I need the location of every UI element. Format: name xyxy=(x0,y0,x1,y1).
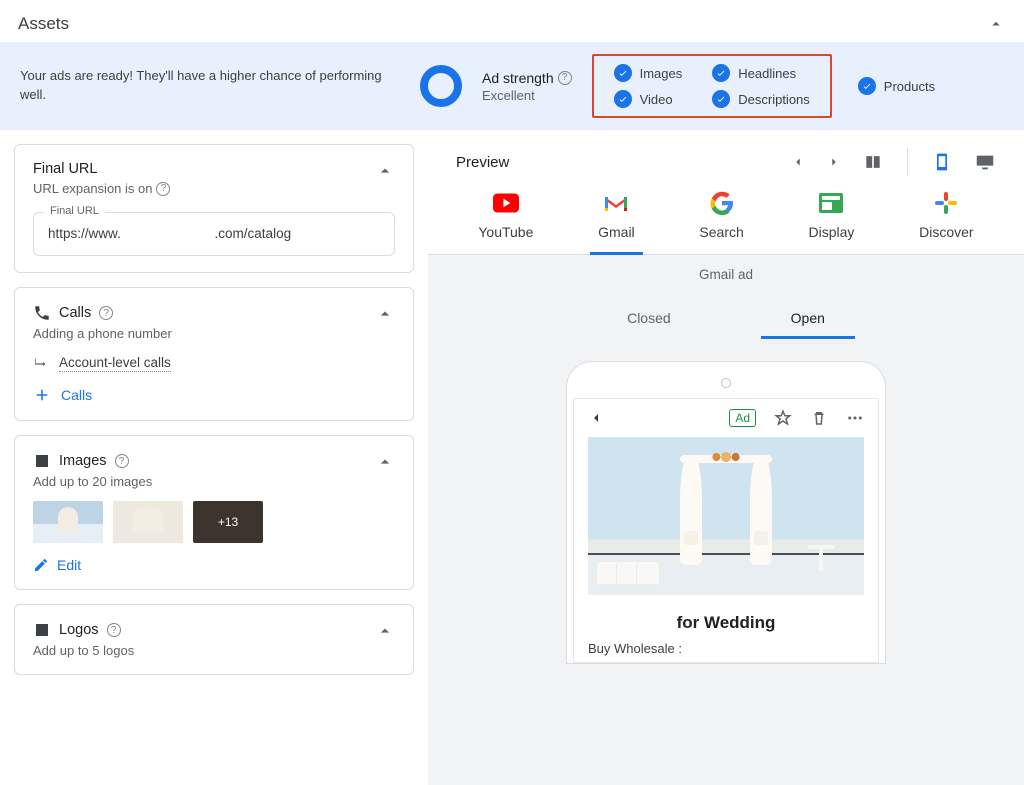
ad-subtitle: Buy Wholesale : xyxy=(574,641,878,662)
image-icon xyxy=(33,621,51,639)
card-final-url: Final URL URL expansion is on? Final URL xyxy=(14,144,414,273)
check-video: Video xyxy=(614,90,683,108)
preview-tabs: YouTube Gmail Search Display Discover xyxy=(428,190,1024,255)
tab-gmail[interactable]: Gmail xyxy=(590,190,643,255)
phone-speaker-icon xyxy=(721,378,731,388)
columns-icon[interactable] xyxy=(863,152,883,172)
collapse-card-button[interactable] xyxy=(375,621,395,641)
image-thumb[interactable] xyxy=(113,501,183,543)
check-images: Images xyxy=(614,64,683,82)
collapse-section-button[interactable] xyxy=(986,14,1006,34)
banner-message: Your ads are ready! They'll have a highe… xyxy=(20,67,400,105)
discover-icon xyxy=(933,190,959,216)
final-url-input[interactable] xyxy=(48,226,380,241)
tab-open[interactable]: Open xyxy=(761,310,855,339)
more-icon[interactable] xyxy=(846,409,864,427)
gmail-icon xyxy=(603,190,629,216)
add-calls-button[interactable]: Calls xyxy=(33,386,395,404)
collapse-card-button[interactable] xyxy=(375,304,395,324)
desktop-view-button[interactable] xyxy=(974,151,996,173)
assets-panel: Final URL URL expansion is on? Final URL… xyxy=(0,130,428,785)
logos-sub: Add up to 5 logos xyxy=(33,643,134,658)
section-title: Assets xyxy=(18,14,69,34)
strength-ring-icon xyxy=(420,65,462,107)
account-calls-link[interactable]: Account-level calls xyxy=(33,355,395,372)
logos-title: Logos xyxy=(59,622,99,638)
next-button[interactable] xyxy=(827,155,841,169)
phone-icon xyxy=(33,304,51,322)
display-icon xyxy=(818,190,844,216)
mobile-view-button[interactable] xyxy=(932,152,952,172)
help-icon[interactable]: ? xyxy=(107,623,121,637)
card-images: Images ? Add up to 20 images +13 Edit xyxy=(14,435,414,590)
preview-panel: Preview YouTube Gmail Search xyxy=(428,130,1024,785)
ad-title: for Wedding xyxy=(574,595,878,641)
calls-sub: Adding a phone number xyxy=(33,326,172,341)
ad-preview-card: Ad for Wedding Buy Whole xyxy=(573,398,879,663)
check-descriptions: Descriptions xyxy=(712,90,810,108)
tab-search[interactable]: Search xyxy=(691,190,751,254)
tab-discover[interactable]: Discover xyxy=(911,190,981,254)
collapse-card-button[interactable] xyxy=(375,452,395,472)
image-icon xyxy=(33,452,51,470)
preview-context-label: Gmail ad xyxy=(428,267,1024,282)
phone-frame: Ad for Wedding Buy Whole xyxy=(566,361,886,664)
sub-arrow-icon xyxy=(33,356,49,372)
tab-youtube[interactable]: YouTube xyxy=(470,190,541,254)
card-calls: Calls ? Adding a phone number Account-le… xyxy=(14,287,414,421)
ad-strength-banner: Your ads are ready! They'll have a highe… xyxy=(0,42,1024,130)
preview-area: Gmail ad Closed Open Ad xyxy=(428,255,1024,785)
edit-images-button[interactable]: Edit xyxy=(33,557,395,573)
images-sub: Add up to 20 images xyxy=(33,474,152,489)
ad-state-tabs: Closed Open xyxy=(428,310,1024,339)
help-icon[interactable]: ? xyxy=(156,182,170,196)
final-url-title: Final URL xyxy=(33,161,170,177)
ad-badge: Ad xyxy=(729,409,756,427)
card-logos: Logos ? Add up to 5 logos xyxy=(14,604,414,675)
check-headlines: Headlines xyxy=(712,64,810,82)
help-icon[interactable]: ? xyxy=(558,71,572,85)
strength-block: Ad strength ? Excellent xyxy=(482,70,572,103)
star-icon[interactable] xyxy=(774,409,792,427)
image-overflow-button[interactable]: +13 xyxy=(193,501,263,543)
ad-hero-image xyxy=(588,437,864,595)
youtube-icon xyxy=(493,190,519,216)
back-icon[interactable] xyxy=(588,410,604,426)
section-header: Assets xyxy=(0,0,1024,42)
checklist-highlighted: Images Headlines Video Descriptions xyxy=(592,54,832,118)
image-thumbs: +13 xyxy=(33,501,395,543)
tab-closed[interactable]: Closed xyxy=(597,310,701,339)
strength-label: Ad strength xyxy=(482,70,554,86)
check-products: Products xyxy=(858,77,935,95)
image-thumb[interactable] xyxy=(33,501,103,543)
help-icon[interactable]: ? xyxy=(115,454,129,468)
help-icon[interactable]: ? xyxy=(99,306,113,320)
final-url-field[interactable]: Final URL xyxy=(33,212,395,256)
pencil-icon xyxy=(33,557,49,573)
preview-title: Preview xyxy=(456,154,509,171)
images-title: Images xyxy=(59,453,107,469)
tab-display[interactable]: Display xyxy=(801,190,863,254)
prev-button[interactable] xyxy=(791,155,805,169)
plus-icon xyxy=(33,386,51,404)
google-icon xyxy=(709,190,735,216)
calls-title: Calls xyxy=(59,305,91,321)
strength-rating: Excellent xyxy=(482,88,572,103)
collapse-card-button[interactable] xyxy=(375,161,395,181)
field-label: Final URL xyxy=(44,205,105,217)
final-url-sub: URL expansion is on xyxy=(33,181,152,196)
trash-icon[interactable] xyxy=(810,409,828,427)
